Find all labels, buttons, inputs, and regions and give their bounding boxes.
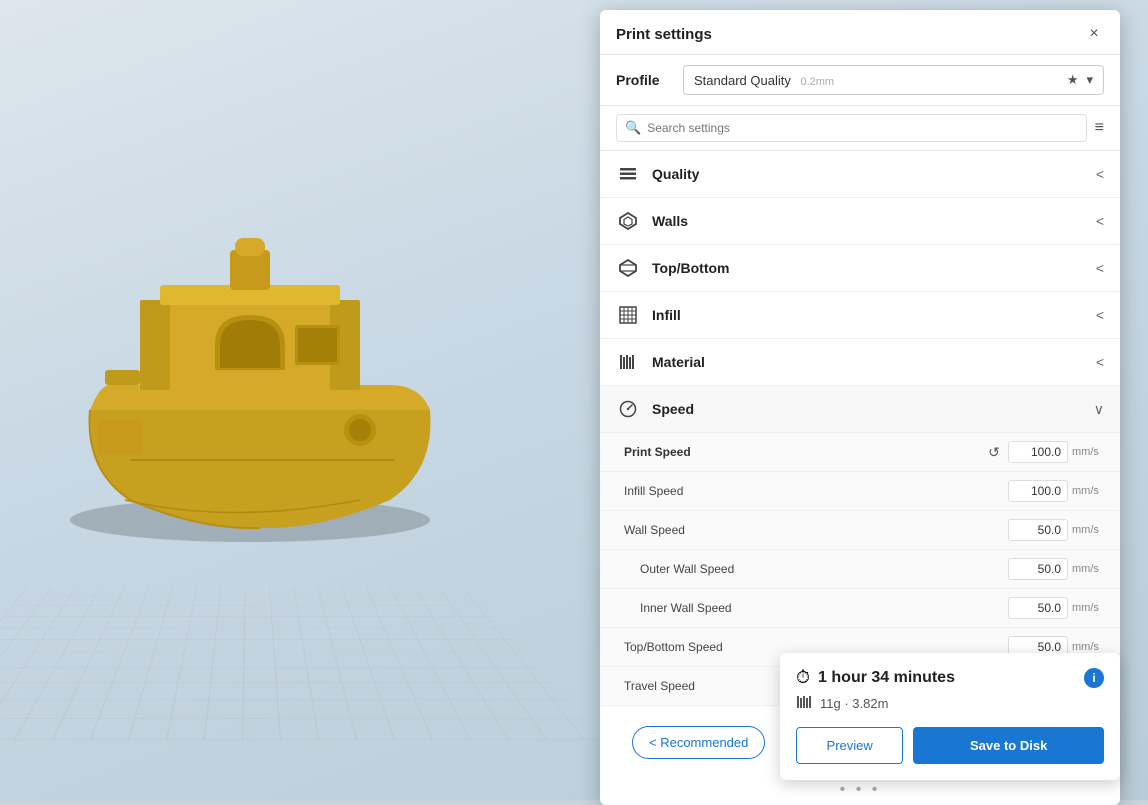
boat-model (30, 130, 530, 590)
close-button[interactable]: × (1084, 24, 1104, 44)
walls-icon (616, 209, 640, 233)
print-speed-label: Print Speed (624, 445, 984, 459)
infill-speed-label: Infill Speed (624, 484, 1008, 498)
material-chevron: < (1096, 354, 1104, 370)
search-input[interactable] (647, 121, 1077, 135)
print-speed-input[interactable] (1008, 441, 1068, 463)
profile-label: Profile (616, 72, 671, 88)
estimate-material-row: 11g · 3.82m (796, 694, 1104, 713)
infill-chevron: < (1096, 307, 1104, 323)
print-speed-input-wrap: mm/s (1008, 441, 1104, 463)
estimate-material: 11g · 3.82m (820, 696, 888, 711)
category-speed[interactable]: Speed ∨ (600, 386, 1120, 433)
outer-wall-speed-input-wrap: mm/s (1008, 558, 1104, 580)
topbottom-speed-label: Top/Bottom Speed (624, 640, 1008, 654)
speed-row-infill: Infill Speed mm/s (600, 472, 1120, 511)
profile-select-content: Standard Quality 0.2mm (694, 73, 834, 88)
estimate-panel: ⏱ 1 hour 34 minutes i 11g · 3.82m Previe… (780, 653, 1120, 780)
topbottom-speed-unit: mm/s (1072, 641, 1104, 653)
wall-speed-label: Wall Speed (624, 523, 1008, 537)
speed-row-inner-wall: Inner Wall Speed mm/s (600, 589, 1120, 628)
wall-speed-input[interactable] (1008, 519, 1068, 541)
infill-speed-input-wrap: mm/s (1008, 480, 1104, 502)
material-spool-icon (796, 694, 812, 713)
estimate-time-row: ⏱ 1 hour 34 minutes i (796, 667, 1104, 688)
material-icon (616, 350, 640, 374)
inner-wall-speed-unit: mm/s (1072, 602, 1104, 614)
speed-row-wall: Wall Speed mm/s (600, 511, 1120, 550)
infill-icon (616, 303, 640, 327)
profile-select[interactable]: Standard Quality 0.2mm ★ ▾ (683, 65, 1104, 95)
clock-icon: ⏱ (796, 667, 810, 688)
inner-wall-speed-input-wrap: mm/s (1008, 597, 1104, 619)
print-speed-unit: mm/s (1072, 446, 1104, 458)
infill-speed-input[interactable] (1008, 480, 1068, 502)
panel-header: Print settings × (600, 10, 1120, 55)
outer-wall-speed-input[interactable] (1008, 558, 1068, 580)
inner-wall-speed-label: Inner Wall Speed (640, 601, 1008, 615)
info-icon[interactable]: i (1084, 668, 1104, 688)
grid-floor (0, 587, 600, 740)
category-topbottom[interactable]: Top/Bottom < (600, 245, 1120, 292)
search-icon: 🔍 (625, 120, 641, 136)
speed-chevron: ∨ (1094, 401, 1104, 418)
topbottom-chevron: < (1096, 260, 1104, 276)
speed-row-outer-wall: Outer Wall Speed mm/s (600, 550, 1120, 589)
speed-icon (616, 397, 640, 421)
profile-name: Standard Quality (694, 73, 791, 88)
category-walls[interactable]: Walls < (600, 198, 1120, 245)
quality-icon (616, 162, 640, 186)
category-infill-label: Infill (652, 307, 1096, 323)
category-speed-label: Speed (652, 401, 1094, 417)
speed-row-print: Print Speed ↺ mm/s (600, 433, 1120, 472)
star-icon[interactable]: ★ (1067, 72, 1079, 88)
preview-button[interactable]: Preview (796, 727, 903, 764)
outer-wall-speed-unit: mm/s (1072, 563, 1104, 575)
category-topbottom-label: Top/Bottom (652, 260, 1096, 276)
estimate-time: 1 hour 34 minutes (818, 669, 955, 687)
inner-wall-speed-input[interactable] (1008, 597, 1068, 619)
quality-chevron: < (1096, 166, 1104, 182)
profile-select-icons: ★ ▾ (1067, 72, 1093, 88)
chevron-down-icon[interactable]: ▾ (1086, 72, 1093, 88)
infill-speed-unit: mm/s (1072, 485, 1104, 497)
category-infill[interactable]: Infill < (600, 292, 1120, 339)
category-material-label: Material (652, 354, 1096, 370)
wall-speed-unit: mm/s (1072, 524, 1104, 536)
recommended-button[interactable]: < Recommended (632, 726, 765, 759)
wall-speed-input-wrap: mm/s (1008, 519, 1104, 541)
category-material[interactable]: Material < (600, 339, 1120, 386)
outer-wall-speed-label: Outer Wall Speed (640, 562, 1008, 576)
search-row: 🔍 ≡ (600, 106, 1120, 151)
save-to-disk-button[interactable]: Save to Disk (913, 727, 1104, 764)
panel-title: Print settings (616, 26, 712, 43)
menu-icon[interactable]: ≡ (1095, 119, 1104, 137)
profile-row: Profile Standard Quality 0.2mm ★ ▾ (600, 55, 1120, 106)
profile-sub: 0.2mm (800, 76, 834, 88)
search-input-wrap: 🔍 (616, 114, 1087, 142)
category-walls-label: Walls (652, 213, 1096, 229)
topbottom-icon (616, 256, 640, 280)
category-quality[interactable]: Quality < (600, 151, 1120, 198)
reset-print-speed[interactable]: ↺ (984, 442, 1004, 462)
estimate-buttons: Preview Save to Disk (796, 727, 1104, 764)
walls-chevron: < (1096, 213, 1104, 229)
category-quality-label: Quality (652, 166, 1096, 182)
estimate-time-left: ⏱ 1 hour 34 minutes (796, 667, 955, 688)
